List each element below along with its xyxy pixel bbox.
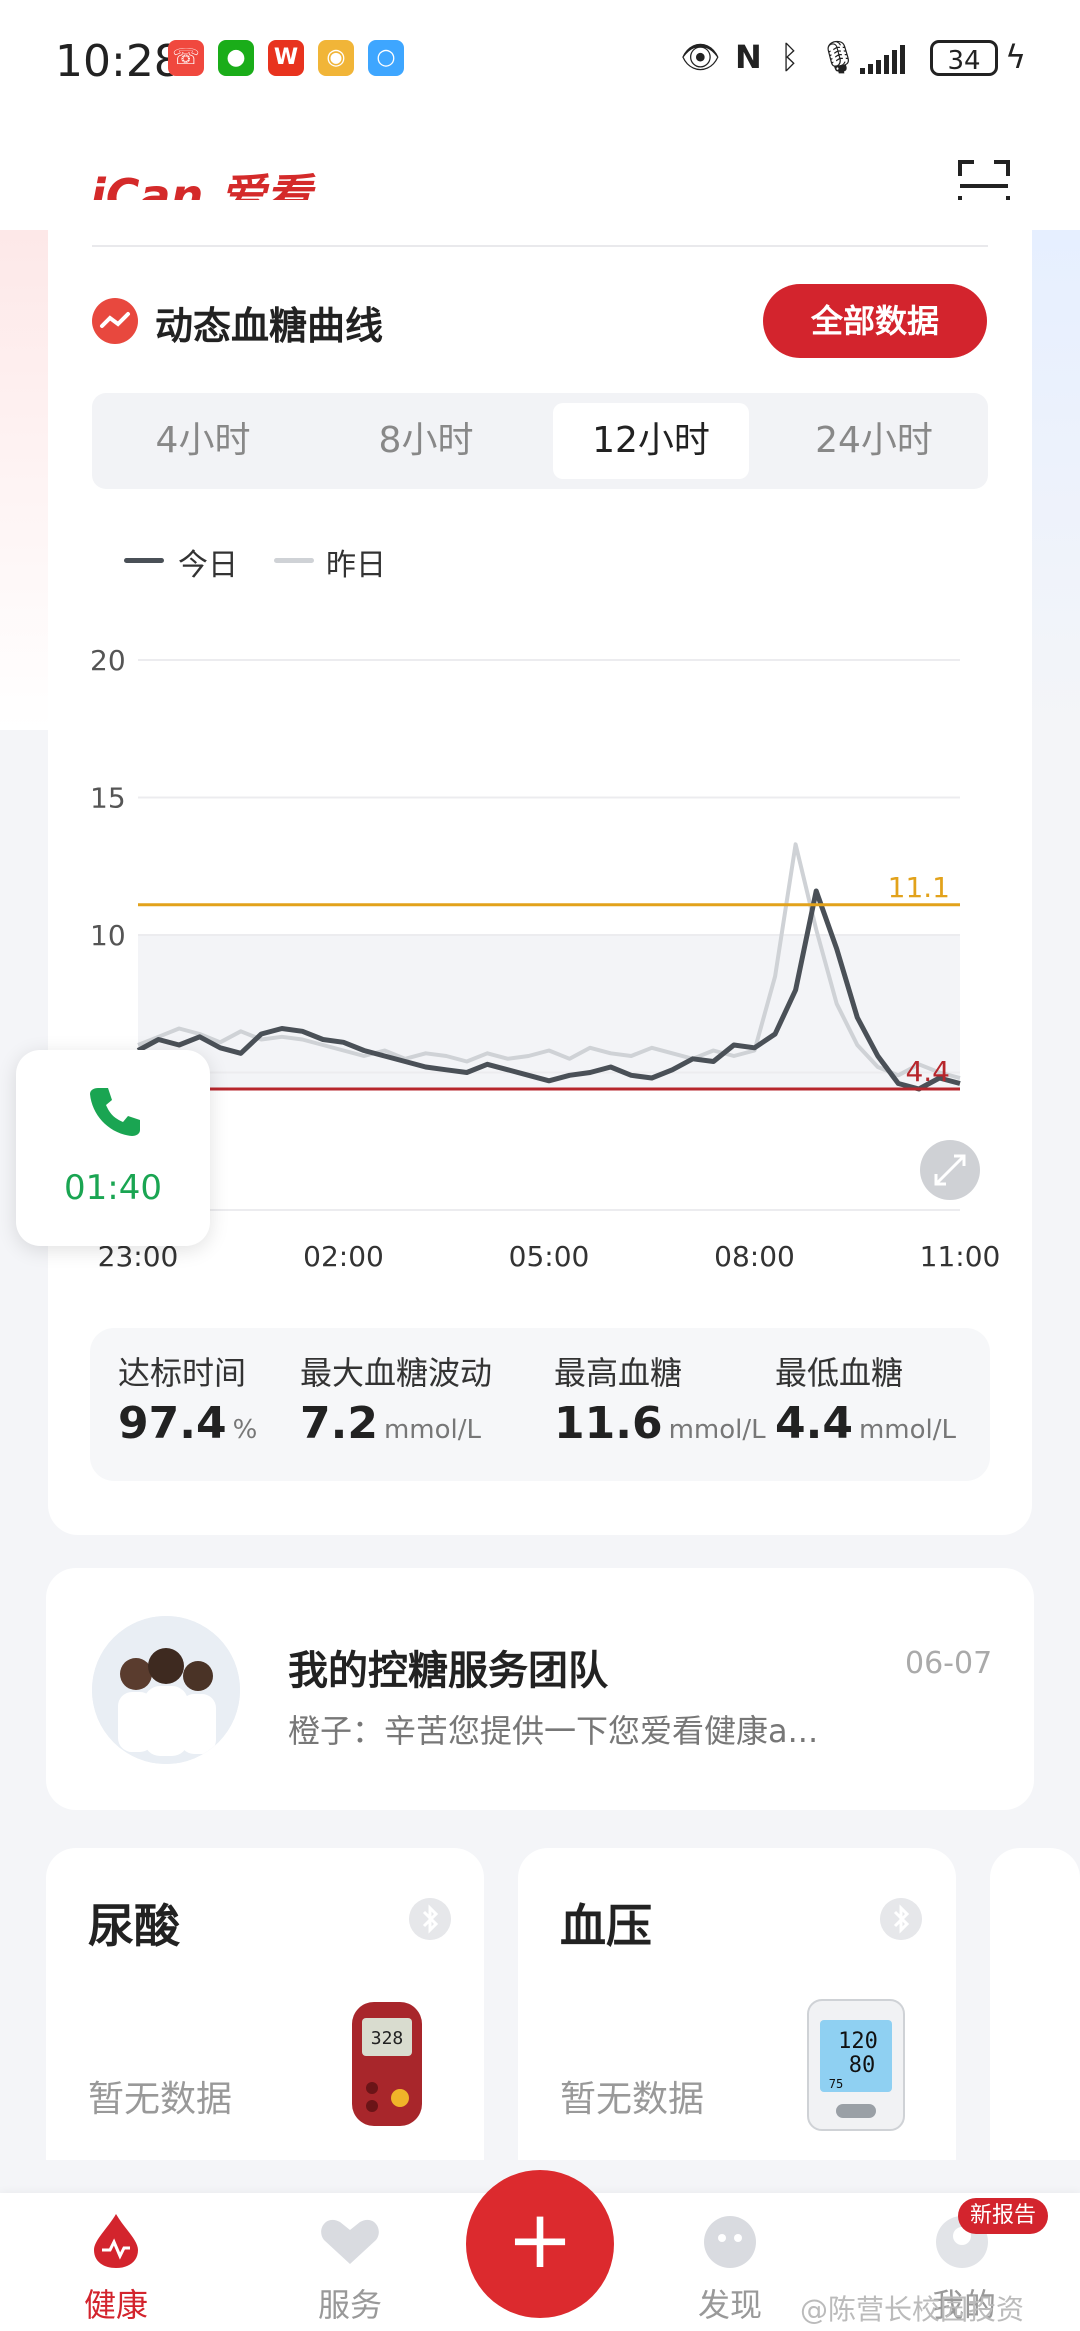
reference-label: 11.1 xyxy=(888,871,950,904)
nfc-icon: N xyxy=(735,38,762,76)
stat-label: 最高血糖 xyxy=(554,1354,683,1392)
bluetooth-icon xyxy=(880,1898,922,1940)
call-timer: 01:40 xyxy=(64,1168,162,1208)
blood-pressure-title: 血压 xyxy=(560,1899,652,1953)
status-time: 10:28 xyxy=(55,36,182,87)
tab-12h[interactable]: 12小时 xyxy=(553,403,749,479)
weibo-icon: ◉ xyxy=(318,40,354,76)
stat-value: 11.6 mmol/L xyxy=(554,1398,766,1449)
tab-24h[interactable]: 24小时 xyxy=(776,393,972,489)
add-button[interactable]: + xyxy=(466,2170,614,2318)
divider xyxy=(92,245,988,247)
tab-8h[interactable]: 8小时 xyxy=(328,393,524,489)
x-tick-label: 05:00 xyxy=(509,1240,590,1273)
svg-text:120: 120 xyxy=(838,2029,878,2054)
stat-label: 最大血糖波动 xyxy=(300,1354,493,1392)
nav-service[interactable]: 服务 xyxy=(290,2280,410,2326)
discover-icon[interactable] xyxy=(698,2212,762,2270)
svg-text:80: 80 xyxy=(849,2053,876,2078)
call-bubble[interactable] xyxy=(16,1050,210,1246)
team-message: 橙子：辛苦您提供一下您爱看健康a... xyxy=(288,1712,819,1750)
new-report-badge: 新报告 xyxy=(958,2198,1049,2234)
svg-text:328: 328 xyxy=(371,2028,404,2049)
target-range-band xyxy=(138,935,960,1089)
nav-health[interactable]: 健康 xyxy=(56,2280,176,2326)
x-tick-label: 02:00 xyxy=(303,1240,384,1273)
blood-pressure-empty: 暂无数据 xyxy=(560,2079,705,2120)
y-tick-label: 15 xyxy=(90,782,126,815)
reference-label: 4.4 xyxy=(905,1055,950,1088)
phone-missed-icon: ☏ xyxy=(168,40,204,76)
eye-icon: 👁 xyxy=(680,38,721,76)
team-title: 我的控糖服务团队 xyxy=(288,1648,608,1694)
nav-discover[interactable]: 发现 xyxy=(670,2280,790,2326)
y-tick-label: 20 xyxy=(90,644,126,677)
status-bar: 10:28 ☏ ● W ◉ ○ 👁 N ᛒ 🎙 34 ϟ xyxy=(0,0,1080,120)
next-device-card[interactable] xyxy=(990,1848,1080,2160)
x-tick-label: 11:00 xyxy=(920,1240,1001,1273)
x-tick-label: 08:00 xyxy=(714,1240,795,1273)
signal-icon xyxy=(860,45,905,74)
stat-value: 4.4 mmol/L xyxy=(775,1398,956,1449)
wps-icon: W xyxy=(268,40,304,76)
cgm-title: 动态血糖曲线 xyxy=(155,304,384,348)
uric-acid-meter-image: 328 xyxy=(352,2002,422,2126)
blood-pressure-monitor-image: 120 80 75 xyxy=(807,1999,905,2131)
battery-indicator: 34 xyxy=(930,40,998,76)
trend-icon xyxy=(92,298,138,344)
watermark: @陈营长校园投资 xyxy=(800,2293,1025,2326)
y-tick-label: 10 xyxy=(90,919,126,952)
wechat-icon: ● xyxy=(218,40,254,76)
stat-value: 7.2 mmol/L xyxy=(300,1398,481,1449)
bluetooth-icon: ᛒ xyxy=(780,38,800,76)
uric-acid-empty: 暂无数据 xyxy=(88,2079,233,2120)
phone-icon xyxy=(90,1088,140,1136)
legend-yesterday: 昨日 xyxy=(326,548,386,583)
legend-today: 今日 xyxy=(178,548,238,583)
stat-label: 达标时间 xyxy=(118,1354,247,1392)
charging-icon: ϟ xyxy=(1005,38,1027,76)
right-accent xyxy=(1032,230,1080,730)
mic-icon: 🎙 xyxy=(818,38,859,76)
legend-yesterday-swatch xyxy=(274,558,314,563)
all-data-button[interactable]: 全部数据 xyxy=(763,284,987,358)
health-drop-icon[interactable] xyxy=(90,2212,142,2270)
stat-label: 最低血糖 xyxy=(775,1354,904,1392)
service-hands-icon[interactable] xyxy=(318,2214,382,2268)
legend-today-swatch xyxy=(124,558,164,563)
stat-value: 97.4% xyxy=(118,1398,258,1449)
team-avatar xyxy=(92,1616,240,1764)
bluetooth-icon xyxy=(409,1898,451,1940)
tab-4h[interactable]: 4小时 xyxy=(105,393,301,489)
team-date: 06-07 xyxy=(905,1646,993,1681)
left-accent xyxy=(0,230,48,730)
chat-bubble-icon: ○ xyxy=(368,40,404,76)
uric-acid-title: 尿酸 xyxy=(88,1899,180,1953)
svg-text:75: 75 xyxy=(829,2077,843,2091)
